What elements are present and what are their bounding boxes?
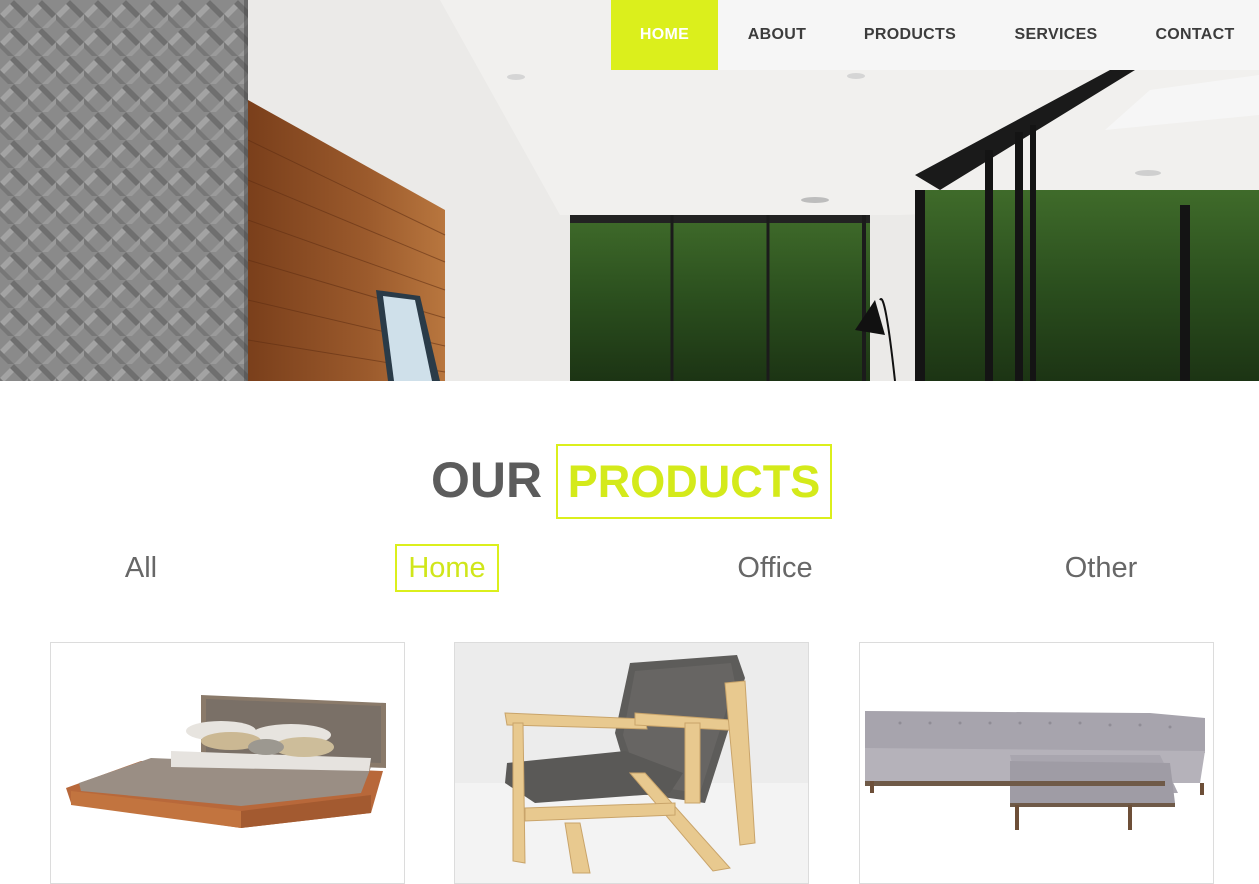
product-card-armchair[interactable] (454, 642, 809, 884)
section-title-our: OUR (431, 452, 543, 508)
filter-other[interactable]: Other (1050, 547, 1152, 589)
filter-home[interactable]: Home (395, 544, 499, 592)
nav-item-home[interactable]: HOME (611, 0, 718, 70)
nav-item-contact[interactable]: CONTACT (1147, 0, 1243, 70)
sectional-sofa-image (860, 643, 1213, 883)
nav-item-about[interactable]: ABOUT (734, 0, 820, 70)
nav-item-products[interactable]: PRODUCTS (854, 0, 966, 70)
bed-image (51, 643, 404, 883)
filter-office[interactable]: Office (720, 547, 830, 589)
armchair-image (455, 643, 808, 883)
main-nav: HOME ABOUT PRODUCTS SERVICES CONTACT (611, 0, 1259, 70)
section-title-products: PRODUCTS (556, 444, 832, 519)
product-card-sectional-sofa[interactable] (859, 642, 1214, 884)
filter-all[interactable]: All (100, 547, 182, 589)
product-card-bed[interactable] (50, 642, 405, 884)
nav-item-services[interactable]: SERVICES (1006, 0, 1106, 70)
